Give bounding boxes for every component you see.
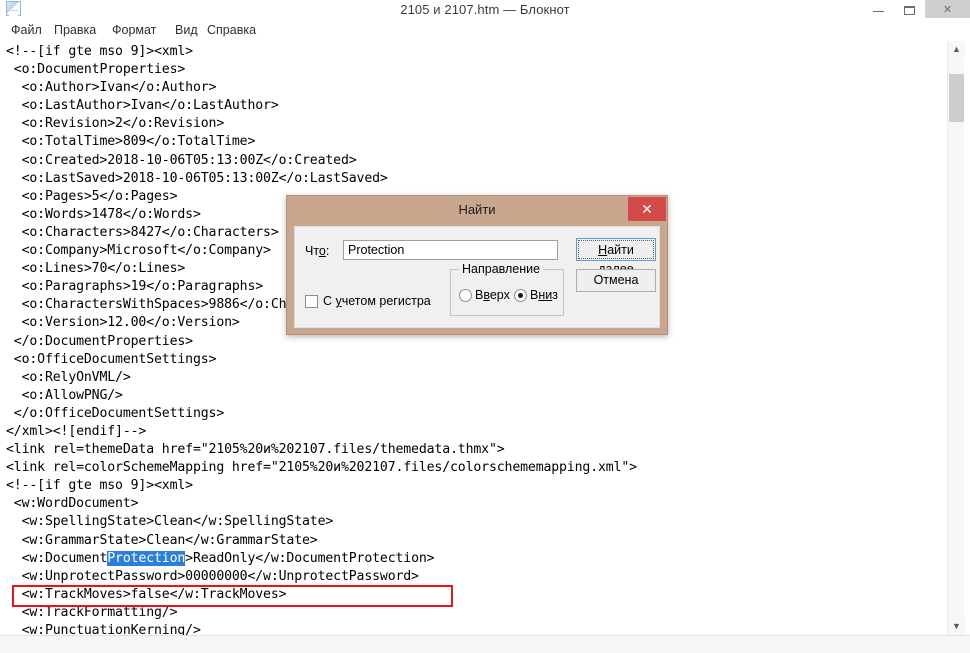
editor-line: <o:Revision>2</o:Revision> — [6, 116, 225, 132]
editor-line: </o:DocumentProperties> — [6, 333, 193, 349]
window-controls: ✕ — [863, 0, 970, 18]
cancel-button[interactable]: Отмена — [576, 269, 656, 292]
editor-line: <link rel=colorSchemeMapping href="2105%… — [6, 460, 637, 476]
find-dialog: Найти ✕ Что: Найти далее Отмена Направле… — [286, 195, 668, 335]
radio-down-label: Вниз — [530, 288, 558, 302]
search-label: Что: — [305, 244, 330, 258]
menu-item-help[interactable]: Справка — [204, 22, 259, 38]
editor-line: <o:LastSaved>2018-10-06T05:13:00Z</o:Las… — [6, 170, 388, 186]
editor-area: <!--[if gte mso 9]><xml> <o:DocumentProp… — [0, 41, 970, 653]
editor-line: <o:OfficeDocumentSettings> — [6, 351, 217, 367]
minimize-button[interactable] — [863, 0, 894, 18]
editor-line: <o:TotalTime>809</o:TotalTime> — [6, 134, 256, 150]
close-button[interactable]: ✕ — [925, 0, 970, 18]
vertical-scrollbar[interactable]: ▲ ▼ — [947, 41, 965, 635]
match-case-label: С учетом регистра — [323, 294, 431, 308]
direction-group: Направление Вверх Вниз — [450, 262, 564, 316]
editor-line: <w:UnprotectPassword>00000000</w:Unprote… — [6, 568, 419, 584]
menu-item-file[interactable]: Файл — [8, 22, 45, 38]
menu-item-view[interactable]: Вид — [172, 22, 201, 38]
editor-line: <o:RelyOnVML/> — [6, 369, 131, 385]
editor-line: <link rel=themeData href="2105%20и%20210… — [6, 442, 505, 458]
editor-right-gutter — [964, 41, 970, 653]
direction-group-title: Направление — [459, 262, 544, 276]
find-dialog-close-button[interactable]: ✕ — [628, 197, 666, 221]
editor-line: </o:OfficeDocumentSettings> — [6, 405, 225, 421]
search-input[interactable] — [343, 240, 558, 260]
editor-line: <o:DocumentProperties> — [6, 62, 186, 78]
selected-text: Protection — [107, 550, 186, 566]
editor-line: <o:LastAuthor>Ivan</o:LastAuthor> — [6, 98, 279, 114]
editor-line: <!--[if gte mso 9]><xml> — [6, 478, 193, 494]
editor-line: <w:DocumentProtection>ReadOnly</w:Docume… — [6, 550, 435, 566]
title-bar: 2105 и 2107.htm — Блокнот ✕ — [0, 0, 970, 20]
close-icon: ✕ — [641, 201, 653, 217]
editor-line: <w:WordDocument> — [6, 496, 139, 512]
editor-line: <w:GrammarState>Clean</w:GrammarState> — [6, 532, 318, 548]
menu-item-edit[interactable]: Правка — [51, 22, 99, 38]
radio-icon — [514, 289, 527, 302]
scroll-down-arrow-icon[interactable]: ▼ — [948, 618, 965, 635]
editor-line: <o:Created>2018-10-06T05:13:00Z</o:Creat… — [6, 152, 357, 168]
editor-line: <o:AllowPNG/> — [6, 387, 123, 403]
editor-line: </xml><![endif]--> — [6, 423, 147, 439]
radio-up-label: Вверх — [475, 288, 510, 302]
radio-icon — [459, 289, 472, 302]
text-editor[interactable]: <!--[if gte mso 9]><xml> <o:DocumentProp… — [0, 41, 946, 635]
editor-line: <w:PunctuationKerning/> — [6, 623, 201, 635]
editor-line: <!--[if gte mso 9]><xml> — [6, 44, 193, 59]
editor-line: <o:Author>Ivan</o:Author> — [6, 80, 217, 96]
menu-bar: Файл Правка Формат Вид Справка — [0, 19, 970, 42]
checkbox-icon — [305, 295, 318, 308]
window-title: 2105 и 2107.htm — Блокнот — [400, 2, 570, 17]
find-dialog-body: Что: Найти далее Отмена Направление Ввер… — [294, 226, 660, 328]
horizontal-scrollbar[interactable] — [0, 635, 970, 653]
find-next-button[interactable]: Найти далее — [576, 238, 656, 276]
scrollbar-thumb[interactable] — [949, 74, 964, 122]
maximize-button[interactable] — [894, 0, 925, 18]
menu-item-format[interactable]: Формат — [109, 22, 159, 38]
find-dialog-title: Найти — [458, 202, 496, 217]
close-icon: ✕ — [942, 4, 953, 16]
scroll-up-arrow-icon[interactable]: ▲ — [948, 41, 965, 58]
editor-line: <w:TrackMoves>false</w:TrackMoves> — [6, 586, 287, 602]
notepad-window: 2105 и 2107.htm — Блокнот ✕ Файл Правка … — [0, 0, 970, 653]
editor-line: <w:TrackFormatting/> — [6, 604, 178, 620]
editor-line: <w:SpellingState>Clean</w:SpellingState> — [6, 514, 334, 530]
